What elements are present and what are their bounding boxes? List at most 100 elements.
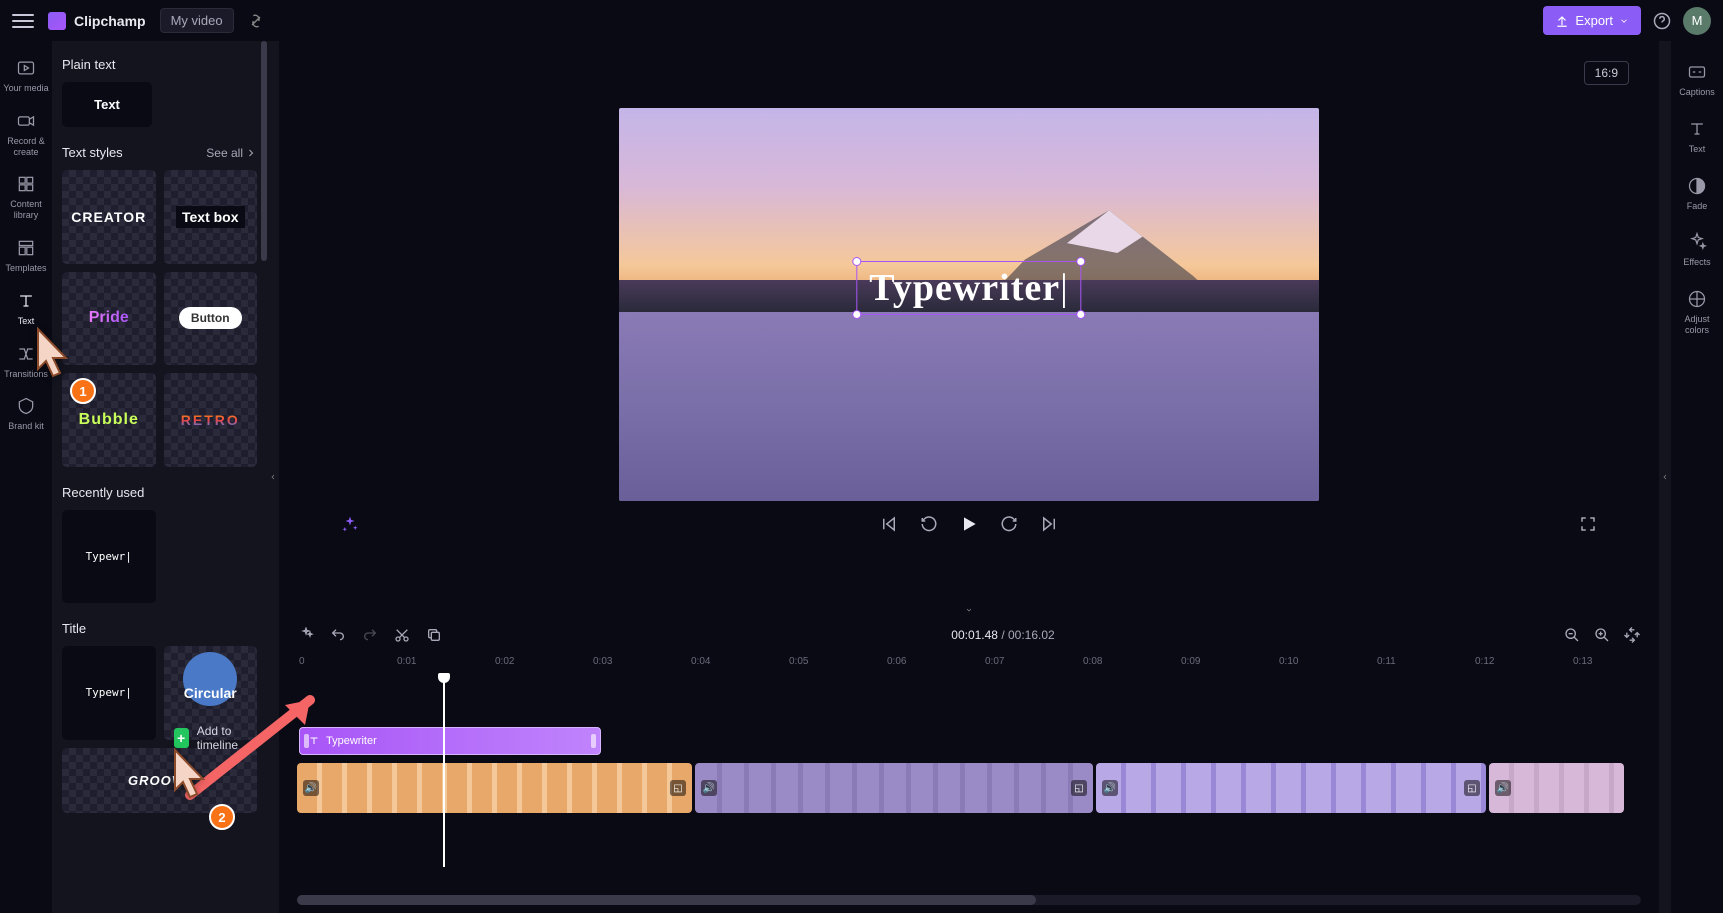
style-button[interactable]: Button [164, 272, 258, 366]
project-name-input[interactable]: My video [160, 8, 234, 33]
export-label: Export [1575, 13, 1613, 28]
nav-templates[interactable]: Templates [0, 229, 52, 282]
app-name: Clipchamp [74, 13, 146, 29]
export-button[interactable]: Export [1543, 6, 1641, 35]
top-bar: Clipchamp My video Export M [0, 0, 1723, 41]
see-all-button[interactable]: See all [206, 146, 257, 160]
prop-text[interactable]: Text [1671, 110, 1723, 163]
text-icon [1686, 118, 1708, 140]
style-creator[interactable]: CREATOR [62, 170, 156, 264]
captions-icon [1686, 61, 1708, 83]
brand-icon [15, 395, 37, 417]
app-logo[interactable]: Clipchamp [48, 12, 146, 30]
chevron-left-icon [269, 471, 277, 483]
menu-icon[interactable] [12, 10, 34, 32]
transitions-icon [15, 343, 37, 365]
plain-text-title: Plain text [62, 57, 257, 72]
water [619, 312, 1319, 501]
nav-record[interactable]: Record & create [0, 102, 52, 166]
forward-button[interactable] [998, 513, 1020, 535]
effects-icon [1686, 231, 1708, 253]
style-retro[interactable]: RETRO [164, 373, 258, 467]
clip-trim-handle[interactable] [591, 734, 596, 748]
zoom-in-button[interactable] [1593, 626, 1611, 644]
zoom-out-button[interactable] [1563, 626, 1581, 644]
templates-icon [15, 237, 37, 259]
logo-icon [48, 12, 66, 30]
rewind-button[interactable] [918, 513, 940, 535]
video-track: 🔊 ◱ 🔊 ◱ 🔊 ◱ 🔊 [297, 763, 1659, 813]
video-clip[interactable]: 🔊 [1489, 763, 1624, 813]
timeline-tracks[interactable]: Typewriter 🔊 ◱ 🔊 ◱ 🔊 ◱ [279, 677, 1659, 887]
aspect-ratio-badge[interactable]: 16:9 [1584, 61, 1629, 85]
clip-mark-icon[interactable]: ◱ [1464, 780, 1480, 796]
timeline-ruler[interactable]: 0 0:01 0:02 0:03 0:04 0:05 0:06 0:07 0:0… [279, 653, 1659, 677]
help-icon[interactable] [1653, 12, 1671, 30]
chevron-right-icon [245, 147, 257, 159]
clip-mark-icon[interactable]: ◱ [670, 780, 686, 796]
clip-mark-icon[interactable]: ◱ [1071, 780, 1087, 796]
fit-button[interactable] [1623, 626, 1641, 644]
video-clip[interactable]: 🔊 ◱ [1096, 763, 1486, 813]
volume-icon[interactable]: 🔊 [701, 780, 717, 796]
fade-icon [1686, 175, 1708, 197]
media-icon [15, 57, 37, 79]
playback-controls [309, 501, 1629, 547]
text-clip[interactable]: Typewriter [299, 727, 601, 755]
nav-text[interactable]: Text [0, 282, 52, 335]
prop-captions[interactable]: Captions [1671, 53, 1723, 106]
playhead[interactable] [443, 677, 445, 867]
chevron-left-icon [1661, 471, 1669, 483]
volume-icon[interactable]: 🔊 [1102, 780, 1118, 796]
preview-area: 16:9 Typewriter [279, 41, 1659, 603]
text-icon [15, 290, 37, 312]
upload-icon [1555, 14, 1569, 28]
text-overlay-selection[interactable]: Typewriter [856, 261, 1081, 315]
nav-rail: Your media Record & create Content libra… [0, 41, 52, 913]
user-avatar[interactable]: M [1683, 7, 1711, 35]
undo-button[interactable] [329, 626, 347, 644]
skip-forward-button[interactable] [1038, 513, 1060, 535]
copy-button[interactable] [425, 626, 443, 644]
recent-typewriter[interactable]: Typewr| [62, 510, 156, 604]
tutorial-arrow [150, 690, 330, 805]
cut-button[interactable] [393, 626, 411, 644]
text-styles-title: Text styles [62, 145, 123, 160]
camera-icon [15, 110, 37, 132]
prop-adjust-colors[interactable]: Adjust colors [1671, 280, 1723, 344]
fullscreen-button[interactable] [1577, 513, 1599, 535]
nav-brand-kit[interactable]: Brand kit [0, 387, 52, 440]
style-pride[interactable]: Pride [62, 272, 156, 366]
magic-tool[interactable] [297, 626, 315, 644]
prop-effects[interactable]: Effects [1671, 223, 1723, 276]
adjust-icon [1686, 288, 1708, 310]
collapse-right-button[interactable] [1659, 41, 1671, 913]
redo-button[interactable] [361, 626, 379, 644]
video-canvas[interactable]: Typewriter [619, 108, 1319, 501]
resize-handle[interactable] [852, 257, 861, 266]
title-section-title: Title [62, 621, 257, 636]
nav-your-media[interactable]: Your media [0, 49, 52, 102]
title-typewriter[interactable]: Typewr| [62, 646, 156, 740]
collapse-timeline-button[interactable] [279, 603, 1659, 617]
canvas-text[interactable]: Typewriter [869, 267, 1068, 309]
play-button[interactable] [958, 513, 980, 535]
style-textbox[interactable]: Text box [164, 170, 258, 264]
skip-back-button[interactable] [878, 513, 900, 535]
timeline-timecode: 00:01.48 / 00:16.02 [951, 628, 1054, 642]
prop-fade[interactable]: Fade [1671, 167, 1723, 220]
nav-transitions[interactable]: Transitions [0, 335, 52, 388]
style-bubble[interactable]: Bubble [62, 373, 156, 467]
nav-content-library[interactable]: Content library [0, 165, 52, 229]
plain-text-card[interactable]: Text [62, 82, 152, 127]
timeline-scrollbar[interactable] [297, 895, 1641, 905]
video-clip[interactable]: 🔊 ◱ [297, 763, 692, 813]
chevron-down-icon [963, 606, 975, 614]
ai-sparkle-icon[interactable] [339, 513, 361, 535]
video-clip[interactable]: 🔊 ◱ [695, 763, 1093, 813]
timeline: 00:01.48 / 00:16.02 0 0:01 0:02 0:03 0:0… [279, 603, 1659, 913]
resize-handle[interactable] [852, 310, 861, 319]
volume-icon[interactable]: 🔊 [1495, 780, 1511, 796]
chevron-down-icon [1619, 16, 1629, 26]
right-rail: Captions Text Fade Effects Adjust colors [1671, 41, 1723, 913]
